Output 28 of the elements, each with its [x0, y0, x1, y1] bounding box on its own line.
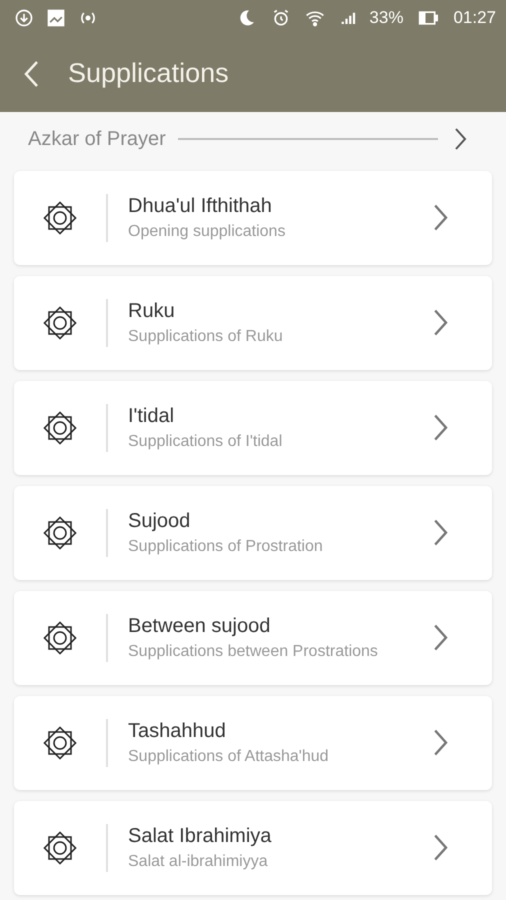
list-card[interactable]: Ruku Supplications of Ruku: [14, 276, 492, 370]
item-subtitle: Supplications of Ruku: [128, 328, 284, 346]
item-title: I'tidal: [128, 405, 176, 428]
item-title: Sujood: [128, 510, 192, 533]
item-title: Ruku: [128, 300, 176, 323]
list-card[interactable]: I'tidal Supplications of I'tidal: [14, 381, 492, 475]
item-title: Between sujood: [128, 615, 272, 638]
item-subtitle: Supplications between Prostrations: [128, 643, 379, 661]
section-title: Azkar of Prayer: [28, 128, 166, 150]
item-subtitle: Opening supplications: [128, 223, 286, 241]
item-subtitle: Supplications of Attasha'hud: [128, 748, 330, 766]
item-title: Tashahhud: [128, 720, 227, 743]
list-card[interactable]: Salat Ibrahimiya Salat al-ibrahimiyya: [14, 801, 492, 895]
list-card[interactable]: Between sujood Supplications between Prostrations: [14, 591, 492, 685]
list-card[interactable]: Tashahhud Supplications of Attasha'hud: [14, 696, 492, 790]
item-subtitle: Salat al-ibrahimiyya: [128, 853, 269, 871]
item-subtitle: Supplications of Prostration: [128, 538, 324, 556]
clock-time: 01:27: [453, 8, 496, 28]
list-card[interactable]: Dhua'ul Ifthithah Opening supplications: [14, 171, 492, 265]
item-title: Dhua'ul Ifthithah: [128, 195, 273, 218]
download-icon: [14, 8, 34, 28]
item-title: Salat Ibrahimiya: [128, 825, 272, 848]
item-subtitle: Supplications of I'tidal: [128, 433, 284, 451]
back-icon[interactable]: [22, 58, 40, 88]
battery-percent: 33%: [369, 8, 404, 28]
screen-title: Supplications: [68, 58, 229, 89]
list-card[interactable]: Sujood Supplications of Prostration: [14, 486, 492, 580]
image-icon: [46, 8, 66, 28]
